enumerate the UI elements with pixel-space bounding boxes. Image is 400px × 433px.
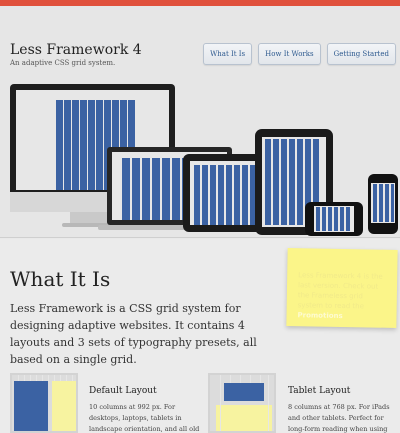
nav-what-it-is-button[interactable]: What It Is [203, 43, 253, 65]
default-layout-thumbnail [10, 373, 78, 433]
tablet-layout-thumbnail [208, 373, 276, 433]
main-content: What It Is Less Framework is a CSS grid … [0, 239, 400, 433]
site-subtitle: An adaptive CSS grid system. [10, 59, 116, 67]
phone-landscape-device [305, 202, 363, 236]
sticky-note[interactable]: Less Framework 4 is the last version. Ch… [286, 248, 398, 328]
tablet-layout-grid-icon [210, 375, 274, 431]
phone-portrait-device [368, 174, 398, 234]
tablet-layout-description: 8 columns at 768 px. For iPads and other… [288, 403, 390, 433]
devices-illustration [10, 84, 398, 236]
tablet-layout-title: Tablet Layout [288, 386, 351, 396]
sticky-note-text: Less Framework 4 is the last version. Ch… [297, 271, 383, 311]
nav-getting-started-button[interactable]: Getting Started [326, 43, 396, 65]
sticky-note-promo: Promotions [297, 311, 343, 321]
intro-paragraph: Less Framework is a CSS grid system for … [10, 302, 257, 366]
nav-how-it-works-button[interactable]: How It Works [258, 43, 321, 65]
site-title: Less Framework 4 [10, 42, 142, 58]
top-nav: What It Is How It Works Getting Started [203, 43, 396, 65]
default-layout-grid-icon [12, 375, 76, 431]
default-layout-description: 10 columns at 992 px. For desktops, lapt… [89, 403, 200, 433]
tablet-landscape-device [183, 154, 265, 232]
site-header: Less Framework 4 An adaptive CSS grid sy… [0, 6, 400, 238]
default-layout-title: Default Layout [89, 386, 157, 396]
section-heading: What It Is [10, 267, 111, 291]
